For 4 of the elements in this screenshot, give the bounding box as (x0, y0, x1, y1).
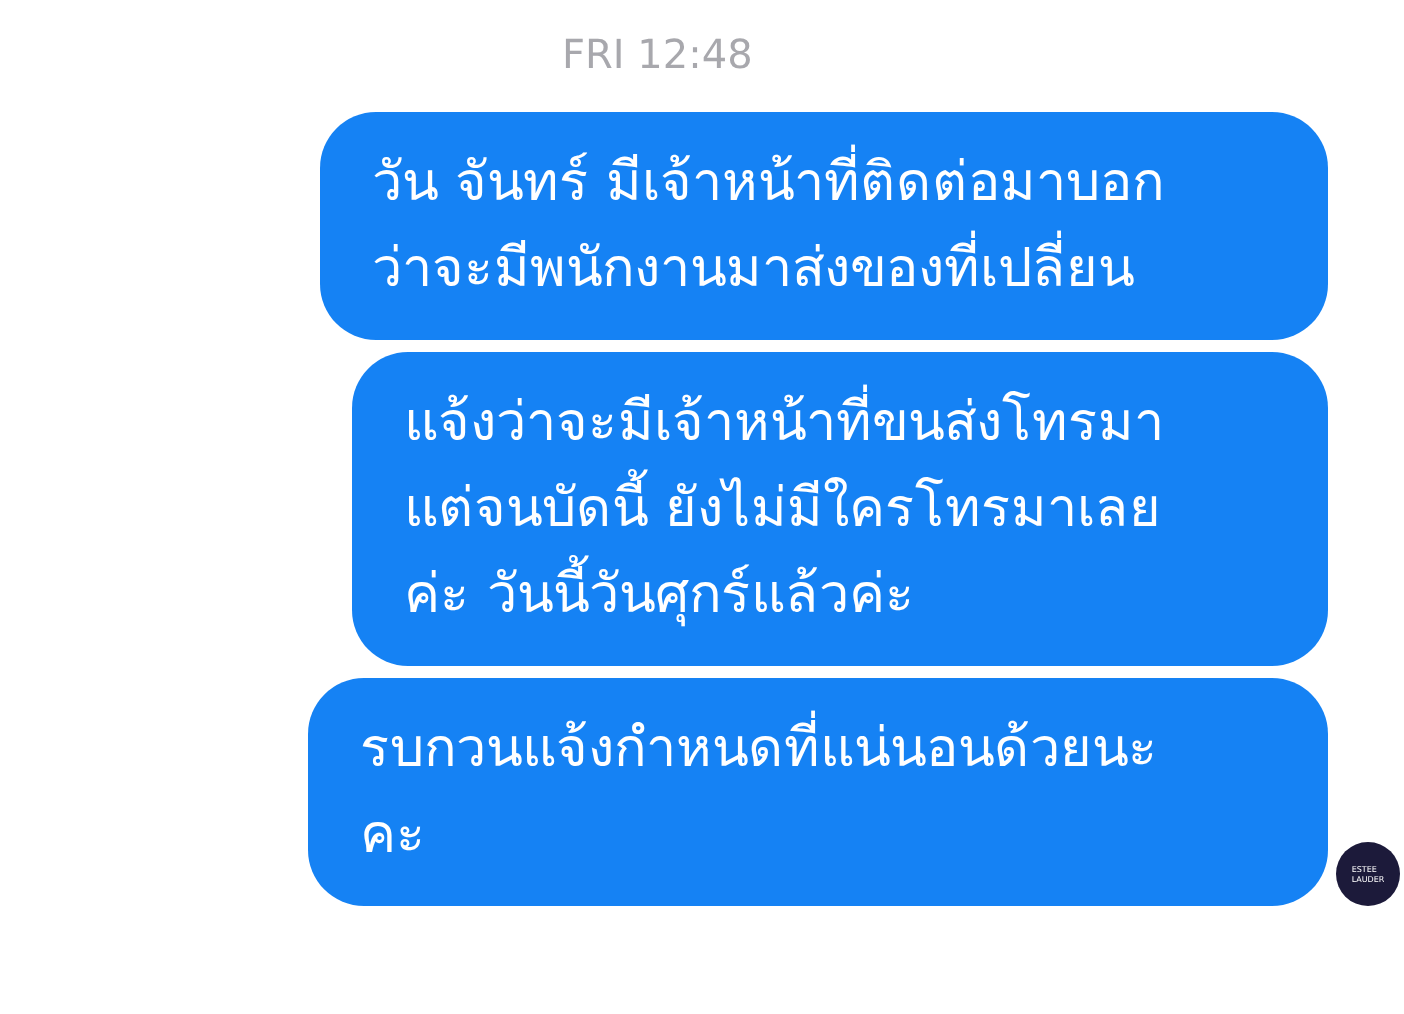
message-bubble: วัน จันทร์ มีเจ้าหน้าที่ติดต่อมาบอก ว่าจะมีพนักงานมาส่งของที่เปลี่ยน (320, 112, 1328, 340)
timestamp: FRI 12:48 (562, 28, 753, 82)
message-bubble: แจ้งว่าจะมีเจ้าหน้าที่ขนส่งโทรมา แต่จนบัดนี้ ยังไม่มีใครโทรมาเลย ค่ะ วันนี้วันศุกร์แล้วค่ะ (352, 352, 1328, 666)
message-bubble: รบกวนแจ้งกำหนดที่แน่นอนด้วยนะ คะ (308, 678, 1328, 906)
